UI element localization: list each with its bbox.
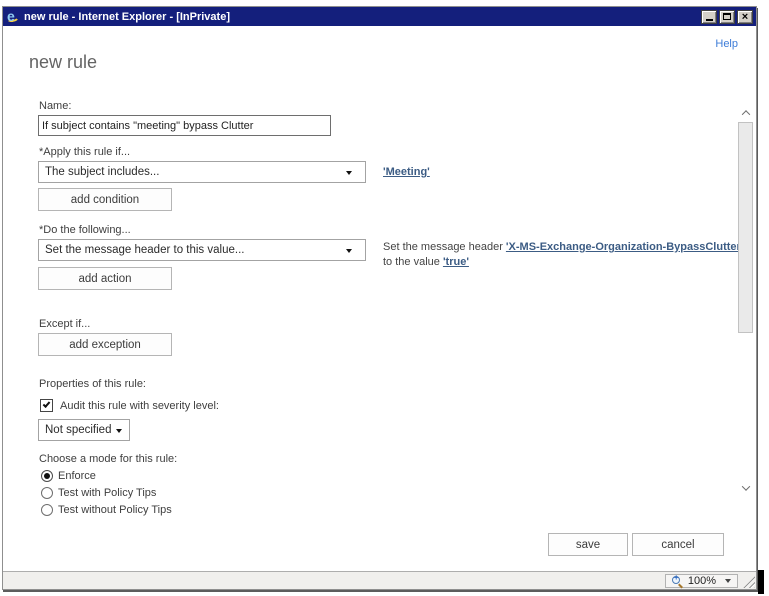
- magnifier-handle-icon: [677, 583, 683, 588]
- title-bar[interactable]: e new rule - Internet Explorer - [InPriv…: [3, 7, 756, 26]
- chevron-down-icon: [741, 482, 751, 491]
- minimize-icon: [705, 19, 713, 21]
- internet-explorer-icon: e: [5, 7, 20, 24]
- audit-label: Audit this rule with severity level:: [60, 400, 219, 412]
- severity-dropdown-arrow-icon: [116, 429, 122, 433]
- radio-test-without-policy-tips-label: Test without Policy Tips: [58, 504, 172, 516]
- scrollbar-thumb[interactable]: [738, 122, 753, 333]
- do-following-label: *Do the following...: [39, 224, 131, 236]
- close-button[interactable]: ×: [737, 9, 753, 24]
- scroll-down-button[interactable]: [739, 481, 753, 495]
- resize-grip-icon[interactable]: [742, 575, 755, 588]
- add-exception-button[interactable]: add exception: [38, 333, 172, 356]
- rule-name-input[interactable]: [38, 115, 331, 136]
- radio-selected-dot-icon: [44, 473, 50, 479]
- ie-e-glyph: e: [7, 7, 15, 24]
- header-value-link[interactable]: 'true': [443, 256, 469, 268]
- mode-option-test-without-tips: Test without Policy Tips: [41, 503, 172, 517]
- window-title: new rule - Internet Explorer - [InPrivat…: [24, 10, 230, 23]
- zoom-magnifier-icon: +: [671, 573, 683, 588]
- dialog-content: Help new rule Name: *Apply this rule if.…: [3, 26, 756, 571]
- save-button[interactable]: save: [548, 533, 628, 556]
- condition-select-value: The subject includes...: [45, 166, 160, 178]
- severity-select[interactable]: Not specified: [38, 419, 130, 441]
- action-description-prefix: Set the message header: [383, 241, 506, 253]
- zoom-control[interactable]: + 100%: [664, 573, 738, 588]
- cancel-button[interactable]: cancel: [632, 533, 724, 556]
- radio-enforce[interactable]: [41, 470, 53, 482]
- chevron-up-icon: [741, 110, 751, 119]
- browser-window: e new rule - Internet Explorer - [InPriv…: [2, 6, 757, 590]
- scroll-up-button[interactable]: [739, 106, 753, 120]
- severity-select-value: Not specified: [45, 424, 112, 436]
- window-controls: ×: [701, 9, 753, 24]
- radio-test-with-policy-tips-label: Test with Policy Tips: [58, 487, 157, 499]
- condition-select[interactable]: The subject includes...: [38, 161, 366, 183]
- close-icon: ×: [741, 10, 749, 23]
- add-condition-button[interactable]: add condition: [38, 188, 172, 211]
- minimize-button[interactable]: [701, 9, 717, 24]
- mode-option-enforce: Enforce: [41, 469, 96, 483]
- text-cursor-artifact: [758, 570, 764, 594]
- radio-enforce-label: Enforce: [58, 470, 96, 482]
- except-if-label: Except if...: [39, 318, 91, 330]
- name-label: Name:: [39, 100, 72, 112]
- page-title: new rule: [29, 52, 98, 72]
- checkmark-icon: [42, 400, 51, 408]
- apply-rule-label: *Apply this rule if...: [39, 146, 131, 158]
- zoom-level: 100%: [687, 575, 716, 587]
- action-select-value: Set the message header to this value...: [45, 244, 245, 256]
- message-header-link[interactable]: 'X-MS-Exchange-Organization-BypassClutte…: [506, 241, 744, 253]
- properties-label: Properties of this rule:: [39, 378, 146, 390]
- maximize-button[interactable]: [719, 9, 735, 24]
- action-select[interactable]: Set the message header to this value...: [38, 239, 366, 261]
- scrollbar: [737, 26, 755, 571]
- zoom-dropdown-arrow-icon: [725, 579, 731, 583]
- screen: e new rule - Internet Explorer - [InPriv…: [0, 0, 769, 596]
- add-action-button[interactable]: add action: [38, 267, 172, 290]
- magnifier-plus-glyph: +: [673, 573, 679, 582]
- audit-checkbox[interactable]: [40, 399, 53, 412]
- action-description: Set the message header 'X-MS-Exchange-Or…: [383, 240, 751, 270]
- action-dropdown-arrow-icon: [346, 249, 352, 253]
- radio-test-with-policy-tips[interactable]: [41, 487, 53, 499]
- condition-dropdown-arrow-icon: [346, 171, 352, 175]
- mode-label: Choose a mode for this rule:: [39, 453, 178, 465]
- radio-test-without-policy-tips[interactable]: [41, 504, 53, 516]
- action-description-middle: to the value: [383, 256, 443, 268]
- status-bar: + 100%: [3, 571, 756, 589]
- condition-value-link[interactable]: 'Meeting': [383, 166, 430, 178]
- maximize-icon: [723, 13, 731, 20]
- help-link[interactable]: Help: [715, 38, 738, 50]
- mode-option-test-with-tips: Test with Policy Tips: [41, 486, 156, 500]
